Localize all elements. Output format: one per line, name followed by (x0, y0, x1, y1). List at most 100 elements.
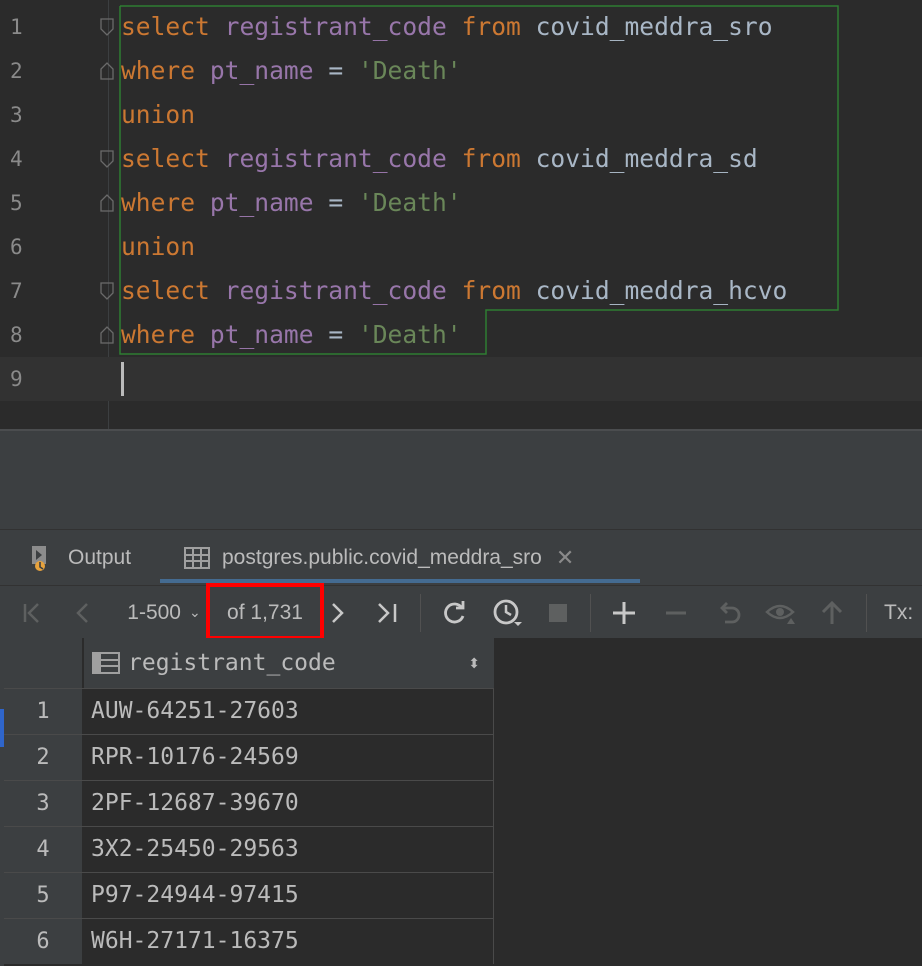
line-number: 5 (10, 191, 23, 215)
page-size-dropdown[interactable]: 1-500 ⌄ (116, 586, 212, 639)
code-text: select registrant_code from covid_meddra… (121, 5, 773, 49)
fold-marker-icon[interactable] (100, 150, 114, 168)
table-row[interactable]: 4 3X2-25450-29563 (4, 826, 494, 872)
row-number[interactable]: 1 (4, 689, 82, 734)
code-token: where (121, 320, 196, 349)
view-changes-icon[interactable] (764, 586, 798, 639)
cell-registrant-code[interactable]: P97-24944-97415 (84, 873, 494, 918)
delete-row-icon[interactable] (662, 586, 690, 639)
table-row[interactable]: 3 2PF-12687-39670 (4, 780, 494, 826)
output-icon (32, 546, 46, 571)
code-token: select (121, 276, 210, 305)
cell-registrant-code[interactable]: RPR-10176-24569 (84, 735, 494, 780)
next-page-icon[interactable] (326, 586, 348, 639)
table-row[interactable]: 5 P97-24944-97415 (4, 872, 494, 918)
add-row-icon[interactable] (608, 586, 640, 639)
code-token: select (121, 12, 210, 41)
cell-registrant-code[interactable]: AUW-64251-27603 (84, 689, 494, 734)
line-number: 9 (10, 367, 23, 391)
code-token: 'Death' (357, 320, 462, 349)
stop-icon[interactable] (544, 586, 572, 639)
column-header-registrant-code[interactable]: registrant_code ⬍ (84, 638, 494, 688)
row-number[interactable]: 4 (4, 827, 82, 872)
code-token: where (121, 56, 196, 85)
code-text: where pt_name = 'Death' (121, 181, 462, 225)
line-number: 3 (10, 103, 23, 127)
tab-output[interactable]: Output (30, 530, 131, 586)
last-page-icon[interactable] (372, 586, 402, 639)
transaction-mode-dropdown[interactable]: Tx: (884, 586, 922, 639)
code-token: select (121, 144, 210, 173)
row-number[interactable]: 5 (4, 873, 82, 918)
table-row[interactable]: 2 RPR-10176-24569 (4, 734, 494, 780)
code-line[interactable]: 3 union (0, 93, 922, 137)
code-token: registrant_code (224, 12, 447, 41)
line-number: 7 (10, 279, 23, 303)
code-token: covid_meddra_sro (535, 12, 773, 41)
line-number: 6 (10, 235, 23, 259)
code-text: union (121, 225, 195, 269)
sql-editor[interactable]: 1 select registrant_code from covid_meddr… (0, 0, 922, 430)
cell-registrant-code[interactable]: W6H-27171-16375 (84, 919, 494, 964)
code-token: union (121, 232, 196, 261)
selected-row-marker (0, 709, 4, 747)
toolbar-separator (590, 594, 591, 632)
code-token: = (313, 320, 358, 349)
row-number[interactable]: 6 (4, 919, 82, 964)
fold-marker-icon[interactable] (100, 18, 114, 36)
code-text: union (121, 93, 195, 137)
code-token: = (313, 56, 358, 85)
cell-registrant-code[interactable]: 2PF-12687-39670 (84, 781, 494, 826)
code-line[interactable]: 7 select registrant_code from covid_meddr… (0, 269, 922, 313)
sort-icon[interactable]: ⬍ (468, 655, 480, 672)
fold-marker-icon[interactable] (100, 282, 114, 300)
table-row[interactable]: 6 W6H-27171-16375 (4, 918, 494, 964)
code-token: covid_meddra_hcvo (535, 276, 788, 305)
code-token: 'Death' (357, 56, 462, 85)
tab-result-set[interactable]: postgres.public.covid_meddra_sro ✕ (184, 530, 574, 586)
code-line[interactable]: 2 where pt_name = 'Death' (0, 49, 922, 93)
refresh-icon[interactable] (438, 586, 470, 639)
splitter-area (0, 431, 922, 529)
code-token: pt_name (209, 188, 314, 217)
code-token: pt_name (209, 320, 314, 349)
code-line[interactable]: 5 where pt_name = 'Death' (0, 181, 922, 225)
fold-marker-icon[interactable] (100, 194, 114, 212)
code-line[interactable]: 9 (0, 357, 922, 401)
tab-output-label: Output (68, 546, 132, 569)
line-number: 1 (10, 15, 23, 39)
code-line[interactable]: 6 union (0, 225, 922, 269)
revert-icon[interactable] (714, 586, 744, 639)
close-icon[interactable]: ✕ (556, 545, 574, 571)
row-number[interactable]: 3 (4, 781, 82, 826)
code-line[interactable]: 1 select registrant_code from covid_meddr… (0, 5, 922, 49)
history-icon[interactable] (490, 586, 526, 639)
page-range-label: 1-500 (127, 600, 181, 624)
code-token: pt_name (209, 56, 314, 85)
first-page-icon[interactable] (18, 586, 46, 639)
row-number[interactable]: 2 (4, 735, 82, 780)
previous-page-icon[interactable] (70, 586, 96, 639)
code-token: where (121, 188, 196, 217)
tx-label: Tx: (884, 600, 914, 624)
cell-registrant-code[interactable]: 3X2-25450-29563 (84, 827, 494, 872)
table-row[interactable]: 1 AUW-64251-27603 (4, 688, 494, 734)
code-line[interactable]: 4 select registrant_code from covid_meddr… (0, 137, 922, 181)
code-token: registrant_code (224, 276, 447, 305)
fold-marker-icon[interactable] (100, 326, 114, 344)
results-toolbar: 1-500 ⌄ of 1,731 Tx: (0, 585, 922, 639)
code-line[interactable]: 8 where pt_name = 'Death' (0, 313, 922, 357)
fold-marker-icon[interactable] (100, 62, 114, 80)
code-token: from (461, 276, 521, 305)
submit-icon[interactable] (818, 586, 846, 639)
results-tab-bar: Output postgres.public.covid_meddra_sro … (0, 529, 922, 586)
